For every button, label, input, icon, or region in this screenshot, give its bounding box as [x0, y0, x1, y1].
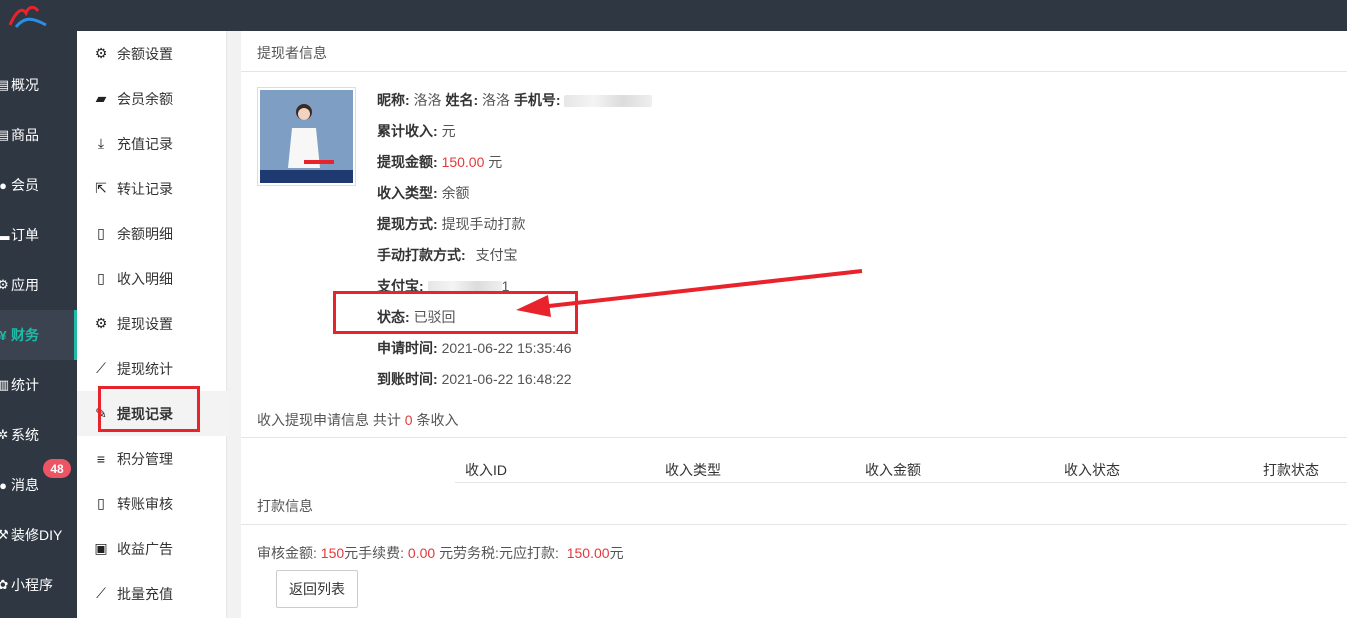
- nickname-value: 洛洛: [413, 92, 442, 108]
- col-income-status: 收入状态: [1064, 462, 1120, 478]
- subnav-item-revenue-ads[interactable]: ▣ 收益广告: [77, 526, 227, 571]
- apps-icon: ⚙: [0, 277, 9, 292]
- nav-item-system[interactable]: ✲ 系统: [0, 410, 77, 460]
- row-total-income: 累计收入: 元: [377, 123, 456, 139]
- col-income-type: 收入类型: [665, 462, 721, 478]
- diy-icon: ⚒: [0, 527, 9, 542]
- subnav-item-income-details[interactable]: ▯ 收入明细: [77, 256, 227, 301]
- col-payment-status: 打款状态: [1263, 462, 1319, 478]
- row-manual-method: 手动打款方式: 支付宝: [377, 247, 518, 263]
- orders-icon: ▬: [0, 227, 10, 243]
- subnav-item-member-balance[interactable]: ▰ 会员余额: [77, 76, 227, 121]
- nav-item-diy[interactable]: ⚒ 装修DIY: [0, 510, 77, 560]
- gear-icon: ⚙: [94, 315, 108, 331]
- row-withdraw-amount: 提现金额: 150.00 元: [377, 154, 503, 170]
- nav-item-apps[interactable]: ⚙ 应用: [0, 260, 77, 310]
- subnav-item-recharge-records[interactable]: ⤓ 充值记录: [77, 121, 227, 166]
- top-bar: [0, 0, 1347, 31]
- user-avatar: [257, 87, 356, 186]
- brand-logo-icon[interactable]: [2, 3, 48, 29]
- nav-item-finance[interactable]: ¥ 财务: [0, 310, 77, 360]
- phone-redacted: [564, 95, 653, 108]
- annotation-box-status: [333, 291, 578, 334]
- gear-icon: ⚙: [94, 45, 108, 61]
- book-icon: ▰: [95, 90, 107, 106]
- withdrawer-section-title: 提现者信息: [257, 45, 327, 61]
- finance-subnav: ⚙ 余额设置 ▰ 会员余额 ⤓ 充值记录 ⇱ 转让记录 ▯ 余额明细 ▯ 收入明细 ⚙ 提现设…: [77, 31, 227, 618]
- goods-icon: ▤: [0, 127, 10, 142]
- message-icon: ●: [0, 477, 7, 493]
- message-count-badge: 48: [43, 459, 71, 478]
- divider: [241, 524, 1347, 525]
- database-icon: ≡: [96, 450, 106, 467]
- nav-item-stats[interactable]: ▥ 统计: [0, 360, 77, 410]
- row-arrive-time: 到账时间: 2021-06-22 16:48:22: [377, 371, 572, 387]
- subnav-item-withdraw-stats[interactable]: ⟋ 提现统计: [77, 346, 227, 391]
- document-icon: ▯: [97, 225, 105, 241]
- subnav-item-points-management[interactable]: ≡ 积分管理: [77, 436, 227, 481]
- subnav-item-transfer-review[interactable]: ▯ 转账审核: [77, 481, 227, 526]
- divider: [241, 437, 1347, 438]
- document-icon: ▯: [97, 270, 105, 286]
- line-chart-icon: ⟋: [96, 360, 106, 376]
- subnav-item-balance-details[interactable]: ▯ 余额明细: [77, 211, 227, 256]
- subnav-item-batch-recharge[interactable]: ⟋ 批量充值: [77, 571, 227, 616]
- nav-item-overview[interactable]: ▤ 概况: [0, 60, 77, 110]
- finance-icon: ¥: [0, 327, 7, 343]
- system-icon: ✲: [0, 427, 9, 442]
- miniprogram-icon: ✿: [0, 577, 9, 592]
- col-income-id: 收入ID: [465, 462, 507, 478]
- payment-section-title: 打款信息: [257, 498, 313, 514]
- income-section-title: 收入提现申请信息 共计 0 条收入: [257, 412, 459, 428]
- divider: [241, 71, 1347, 72]
- main-sidebar: ▤ 概况 ▤ 商品 ● 会员 ▬ 订单 ⚙ 应用 ¥ 财务 ▥ 统计 ✲ 系统 ● 消息 ⚒ 装修D…: [0, 31, 77, 618]
- image-icon: ▣: [94, 540, 108, 556]
- name-value: 洛洛: [482, 92, 511, 108]
- nav-item-members[interactable]: ● 会员: [0, 160, 77, 210]
- dashboard-icon: ▤: [0, 77, 10, 92]
- table-header-bottom-border: [455, 482, 1347, 483]
- col-income-amount: 收入金额: [865, 462, 921, 478]
- download-icon: ⤓: [97, 135, 105, 151]
- line-chart-icon: ⟋: [96, 585, 106, 601]
- nav-item-miniprogram[interactable]: ✿ 小程序: [0, 560, 77, 610]
- members-icon: ●: [0, 177, 7, 193]
- row-nickname: 昵称: 洛洛 姓名: 洛洛 手机号:: [377, 90, 653, 110]
- document-icon: ▯: [97, 495, 105, 511]
- payment-summary: 审核金额: 150元手续费: 0.00 元劳务税:元应打款: 150.00元: [257, 545, 624, 561]
- withdraw-amount-value: 150.00: [441, 154, 485, 170]
- subnav-item-transfer-records[interactable]: ⇱ 转让记录: [77, 166, 227, 211]
- annotation-box-withdraw-records: [98, 386, 200, 432]
- subnav-item-withdraw-settings[interactable]: ⚙ 提现设置: [77, 301, 227, 346]
- nav-item-goods[interactable]: ▤ 商品: [0, 110, 77, 160]
- row-withdraw-method: 提现方式: 提现手动打款: [377, 216, 526, 232]
- row-apply-time: 申请时间: 2021-06-22 15:35:46: [377, 340, 572, 356]
- subnav-item-balance-settings[interactable]: ⚙ 余额设置: [77, 31, 227, 76]
- row-income-type: 收入类型: 余额: [377, 185, 470, 201]
- stats-icon: ▥: [0, 377, 10, 392]
- avatar-image: [260, 90, 353, 183]
- back-to-list-button[interactable]: 返回列表: [276, 570, 358, 608]
- external-link-icon: ⇱: [95, 180, 107, 196]
- nav-item-orders[interactable]: ▬ 订单: [0, 210, 77, 260]
